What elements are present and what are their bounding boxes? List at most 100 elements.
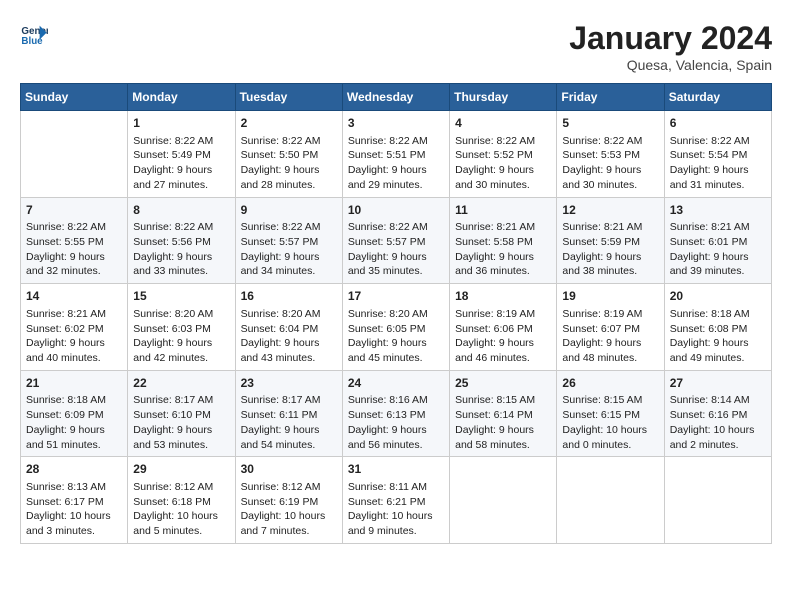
day-number: 2 bbox=[241, 115, 337, 132]
day-info-line: and 56 minutes. bbox=[348, 438, 444, 453]
calendar-cell: 15Sunrise: 8:20 AMSunset: 6:03 PMDayligh… bbox=[128, 284, 235, 371]
day-info-line: Sunrise: 8:22 AM bbox=[133, 134, 229, 149]
day-info-line: and 35 minutes. bbox=[348, 264, 444, 279]
calendar-cell: 25Sunrise: 8:15 AMSunset: 6:14 PMDayligh… bbox=[450, 370, 557, 457]
day-number: 10 bbox=[348, 202, 444, 219]
day-info-line: Sunrise: 8:22 AM bbox=[455, 134, 551, 149]
day-number: 20 bbox=[670, 288, 766, 305]
day-info-line: Daylight: 9 hours bbox=[455, 336, 551, 351]
day-info-line: and 2 minutes. bbox=[670, 438, 766, 453]
day-info-line: and 33 minutes. bbox=[133, 264, 229, 279]
day-info-line: and 9 minutes. bbox=[348, 524, 444, 539]
day-number: 4 bbox=[455, 115, 551, 132]
day-info-line: Daylight: 9 hours bbox=[562, 336, 658, 351]
day-info-line: Daylight: 10 hours bbox=[348, 509, 444, 524]
day-info-line: Sunset: 5:52 PM bbox=[455, 148, 551, 163]
calendar-cell: 29Sunrise: 8:12 AMSunset: 6:18 PMDayligh… bbox=[128, 457, 235, 544]
day-info-line: Sunset: 5:56 PM bbox=[133, 235, 229, 250]
day-info-line: and 30 minutes. bbox=[562, 178, 658, 193]
day-info-line: Sunrise: 8:16 AM bbox=[348, 393, 444, 408]
day-info-line: Sunrise: 8:11 AM bbox=[348, 480, 444, 495]
day-number: 26 bbox=[562, 375, 658, 392]
day-number: 6 bbox=[670, 115, 766, 132]
day-info-line: Daylight: 9 hours bbox=[241, 163, 337, 178]
day-info-line: Sunset: 5:54 PM bbox=[670, 148, 766, 163]
day-info-line: Daylight: 9 hours bbox=[455, 423, 551, 438]
calendar-cell bbox=[557, 457, 664, 544]
day-info-line: Daylight: 9 hours bbox=[133, 423, 229, 438]
day-number: 19 bbox=[562, 288, 658, 305]
calendar-week-row: 7Sunrise: 8:22 AMSunset: 5:55 PMDaylight… bbox=[21, 197, 772, 284]
day-info-line: and 45 minutes. bbox=[348, 351, 444, 366]
day-info-line: Sunrise: 8:18 AM bbox=[670, 307, 766, 322]
day-info-line: and 29 minutes. bbox=[348, 178, 444, 193]
day-info-line: Sunrise: 8:12 AM bbox=[241, 480, 337, 495]
day-info-line: Sunset: 6:02 PM bbox=[26, 322, 122, 337]
day-info-line: and 7 minutes. bbox=[241, 524, 337, 539]
day-info-line: and 46 minutes. bbox=[455, 351, 551, 366]
day-number: 23 bbox=[241, 375, 337, 392]
day-info-line: Daylight: 9 hours bbox=[348, 163, 444, 178]
day-info-line: and 51 minutes. bbox=[26, 438, 122, 453]
calendar-cell bbox=[664, 457, 771, 544]
day-info-line: Sunset: 5:55 PM bbox=[26, 235, 122, 250]
day-info-line: Sunset: 5:57 PM bbox=[241, 235, 337, 250]
calendar-cell: 2Sunrise: 8:22 AMSunset: 5:50 PMDaylight… bbox=[235, 111, 342, 198]
calendar-cell: 28Sunrise: 8:13 AMSunset: 6:17 PMDayligh… bbox=[21, 457, 128, 544]
day-info-line: Sunrise: 8:21 AM bbox=[670, 220, 766, 235]
day-info-line: and 39 minutes. bbox=[670, 264, 766, 279]
day-number: 15 bbox=[133, 288, 229, 305]
col-header-tuesday: Tuesday bbox=[235, 84, 342, 111]
day-number: 25 bbox=[455, 375, 551, 392]
day-info-line: and 53 minutes. bbox=[133, 438, 229, 453]
day-info-line: and 30 minutes. bbox=[455, 178, 551, 193]
calendar-cell: 16Sunrise: 8:20 AMSunset: 6:04 PMDayligh… bbox=[235, 284, 342, 371]
day-info-line: Sunrise: 8:17 AM bbox=[133, 393, 229, 408]
calendar-cell: 26Sunrise: 8:15 AMSunset: 6:15 PMDayligh… bbox=[557, 370, 664, 457]
day-info-line: Sunset: 6:10 PM bbox=[133, 408, 229, 423]
day-info-line: and 27 minutes. bbox=[133, 178, 229, 193]
calendar-cell: 11Sunrise: 8:21 AMSunset: 5:58 PMDayligh… bbox=[450, 197, 557, 284]
day-info-line: Daylight: 10 hours bbox=[670, 423, 766, 438]
col-header-sunday: Sunday bbox=[21, 84, 128, 111]
day-info-line: Sunrise: 8:15 AM bbox=[562, 393, 658, 408]
day-info-line: and 40 minutes. bbox=[26, 351, 122, 366]
day-info-line: Daylight: 10 hours bbox=[26, 509, 122, 524]
day-info-line: and 49 minutes. bbox=[670, 351, 766, 366]
calendar-cell: 6Sunrise: 8:22 AMSunset: 5:54 PMDaylight… bbox=[664, 111, 771, 198]
day-number: 1 bbox=[133, 115, 229, 132]
day-info-line: Daylight: 9 hours bbox=[26, 336, 122, 351]
calendar-cell: 10Sunrise: 8:22 AMSunset: 5:57 PMDayligh… bbox=[342, 197, 449, 284]
day-info-line: and 34 minutes. bbox=[241, 264, 337, 279]
calendar-cell: 17Sunrise: 8:20 AMSunset: 6:05 PMDayligh… bbox=[342, 284, 449, 371]
day-number: 29 bbox=[133, 461, 229, 478]
day-info-line: Daylight: 9 hours bbox=[455, 163, 551, 178]
day-info-line: Sunset: 6:03 PM bbox=[133, 322, 229, 337]
day-number: 14 bbox=[26, 288, 122, 305]
col-header-saturday: Saturday bbox=[664, 84, 771, 111]
day-info-line: and 48 minutes. bbox=[562, 351, 658, 366]
day-info-line: Sunrise: 8:21 AM bbox=[562, 220, 658, 235]
day-info-line: Sunset: 6:17 PM bbox=[26, 495, 122, 510]
logo: General Blue bbox=[20, 20, 48, 48]
day-info-line: Sunset: 6:08 PM bbox=[670, 322, 766, 337]
page-header: General Blue January 2024 Quesa, Valenci… bbox=[20, 20, 772, 73]
calendar-cell: 20Sunrise: 8:18 AMSunset: 6:08 PMDayligh… bbox=[664, 284, 771, 371]
col-header-thursday: Thursday bbox=[450, 84, 557, 111]
day-number: 8 bbox=[133, 202, 229, 219]
col-header-wednesday: Wednesday bbox=[342, 84, 449, 111]
day-number: 12 bbox=[562, 202, 658, 219]
day-info-line: Daylight: 9 hours bbox=[348, 336, 444, 351]
day-number: 28 bbox=[26, 461, 122, 478]
day-info-line: and 36 minutes. bbox=[455, 264, 551, 279]
day-info-line: Sunrise: 8:22 AM bbox=[670, 134, 766, 149]
day-info-line: Daylight: 9 hours bbox=[562, 163, 658, 178]
day-info-line: and 31 minutes. bbox=[670, 178, 766, 193]
day-number: 7 bbox=[26, 202, 122, 219]
day-info-line: and 28 minutes. bbox=[241, 178, 337, 193]
month-year-title: January 2024 bbox=[569, 20, 772, 57]
calendar-cell: 4 Sunrise: 8:22 AMSunset: 5:52 PMDaylight… bbox=[450, 111, 557, 198]
day-info-line: Sunrise: 8:18 AM bbox=[26, 393, 122, 408]
day-info-line: Sunrise: 8:22 AM bbox=[348, 134, 444, 149]
day-info-line: and 54 minutes. bbox=[241, 438, 337, 453]
